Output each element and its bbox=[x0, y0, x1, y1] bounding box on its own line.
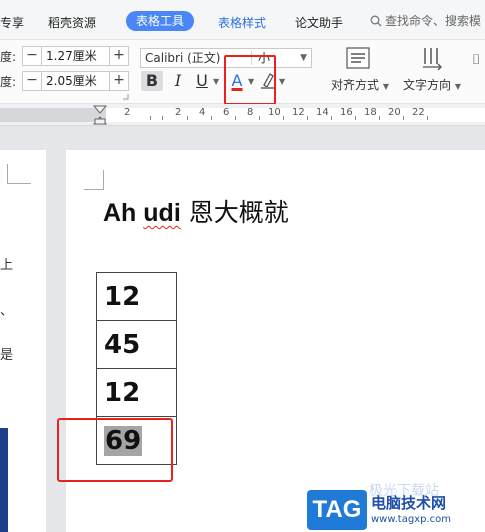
align-icon[interactable] bbox=[345, 46, 371, 70]
underline-options-icon[interactable]: ▼ bbox=[213, 77, 219, 86]
italic-button[interactable]: I bbox=[170, 71, 186, 91]
col-width-decrease-button[interactable]: − bbox=[22, 71, 42, 91]
col-width-label: 度: bbox=[0, 75, 17, 89]
ruler-minor-tick bbox=[331, 116, 332, 120]
text-direction-label[interactable]: 文字方向 ▼ bbox=[403, 76, 461, 93]
ruler-minor-tick bbox=[355, 116, 356, 120]
watermark-logo: TAG bbox=[307, 490, 367, 530]
search-placeholder: 查找命令、搜索模 bbox=[385, 14, 482, 28]
ruler-minor-tick bbox=[283, 116, 284, 120]
search-icon bbox=[370, 15, 382, 27]
left-page-text: 、 bbox=[0, 304, 14, 319]
document-heading[interactable]: Ah udi 恩大概就 bbox=[103, 193, 289, 229]
col-width-increase-button[interactable]: + bbox=[109, 71, 129, 91]
ribbon-tab-bar: 专享 稻壳资源 表格工具 表格样式 论文助手 查找命令、搜索模 bbox=[0, 0, 485, 40]
ruler-tick: 6 bbox=[223, 107, 230, 118]
ruler-minor-tick bbox=[150, 116, 151, 120]
command-search[interactable]: 查找命令、搜索模 bbox=[370, 12, 481, 29]
ruler-tick: 2 bbox=[124, 107, 131, 118]
ruler-tick: 16 bbox=[340, 107, 353, 118]
left-page-text: 上 bbox=[0, 258, 14, 273]
selected-cell-annotation-box bbox=[57, 418, 173, 482]
col-width-input[interactable]: 2.05厘米 bbox=[42, 71, 109, 91]
tab-paper-assistant[interactable]: 论文助手 bbox=[295, 14, 343, 31]
align-label[interactable]: 对齐方式 ▼ bbox=[331, 76, 389, 93]
ruler-margin bbox=[0, 108, 106, 122]
ruler-minor-tick bbox=[427, 116, 428, 120]
tab-docer-resources[interactable]: 稻壳资源 bbox=[48, 14, 96, 31]
left-page-text: 是 bbox=[0, 348, 14, 363]
ribbon-overflow-icon[interactable]: ⌷ bbox=[472, 52, 480, 68]
watermark-site-name: 电脑技术网 bbox=[371, 494, 447, 512]
bold-button[interactable]: B bbox=[141, 71, 163, 91]
table-cell[interactable]: 12 bbox=[96, 272, 177, 321]
row-height-decrease-button[interactable]: − bbox=[22, 46, 42, 66]
left-page-image-edge bbox=[0, 428, 8, 532]
ruler-tick: 4 bbox=[199, 107, 206, 118]
ruler-minor-tick bbox=[211, 116, 212, 120]
page-corner-mark bbox=[7, 164, 31, 184]
tab-exclusive[interactable]: 专享 bbox=[0, 14, 24, 31]
ruler-minor-tick bbox=[379, 116, 380, 120]
table-cell[interactable]: 12 bbox=[96, 368, 177, 417]
ruler-minor-tick bbox=[259, 116, 260, 120]
group-launcher-icon[interactable] bbox=[123, 94, 129, 100]
row-height-label: 度: bbox=[0, 50, 17, 64]
text-direction-icon[interactable] bbox=[419, 44, 445, 72]
ruler-tick: 14 bbox=[316, 107, 329, 118]
horizontal-ruler[interactable]: 2 2 4 6 8 10 12 14 16 18 20 22 bbox=[0, 104, 485, 126]
font-color-annotation-box bbox=[224, 55, 276, 105]
ruler-tick: 2 bbox=[175, 107, 182, 118]
watermark: 极光下载站 TAG 电脑技术网 www.tagxp.com bbox=[307, 483, 485, 532]
ruler-tick: 20 bbox=[388, 107, 401, 118]
underline-button[interactable]: U bbox=[193, 71, 211, 91]
watermark-url: www.tagxp.com bbox=[371, 514, 451, 525]
highlight-options-icon[interactable]: ▼ bbox=[279, 77, 285, 86]
tab-table-style[interactable]: 表格样式 bbox=[218, 14, 266, 31]
ruler-minor-tick bbox=[235, 116, 236, 120]
tab-table-tools[interactable]: 表格工具 bbox=[126, 11, 195, 31]
table-cell[interactable]: 45 bbox=[96, 320, 177, 369]
ruler-minor-tick bbox=[307, 116, 308, 120]
row-height-increase-button[interactable]: + bbox=[109, 46, 129, 66]
font-family-value: Calibri (正文) bbox=[145, 51, 221, 65]
ruler-minor-tick bbox=[403, 116, 404, 120]
ruler-minor-tick bbox=[187, 116, 188, 120]
ruler-tick: 8 bbox=[247, 107, 254, 118]
page-corner-mark bbox=[84, 170, 104, 190]
chevron-down-icon: ▼ bbox=[300, 53, 307, 63]
ruler-tick: 10 bbox=[268, 107, 281, 118]
ruler-minor-tick bbox=[162, 116, 163, 120]
ruler-tick: 22 bbox=[412, 107, 425, 118]
row-height-input[interactable]: 1.27厘米 bbox=[42, 46, 109, 66]
indent-marker-icon[interactable] bbox=[93, 104, 107, 126]
ruler-tick: 18 bbox=[364, 107, 377, 118]
ruler-tick: 12 bbox=[292, 107, 305, 118]
spellcheck-word[interactable]: udi bbox=[143, 199, 181, 227]
